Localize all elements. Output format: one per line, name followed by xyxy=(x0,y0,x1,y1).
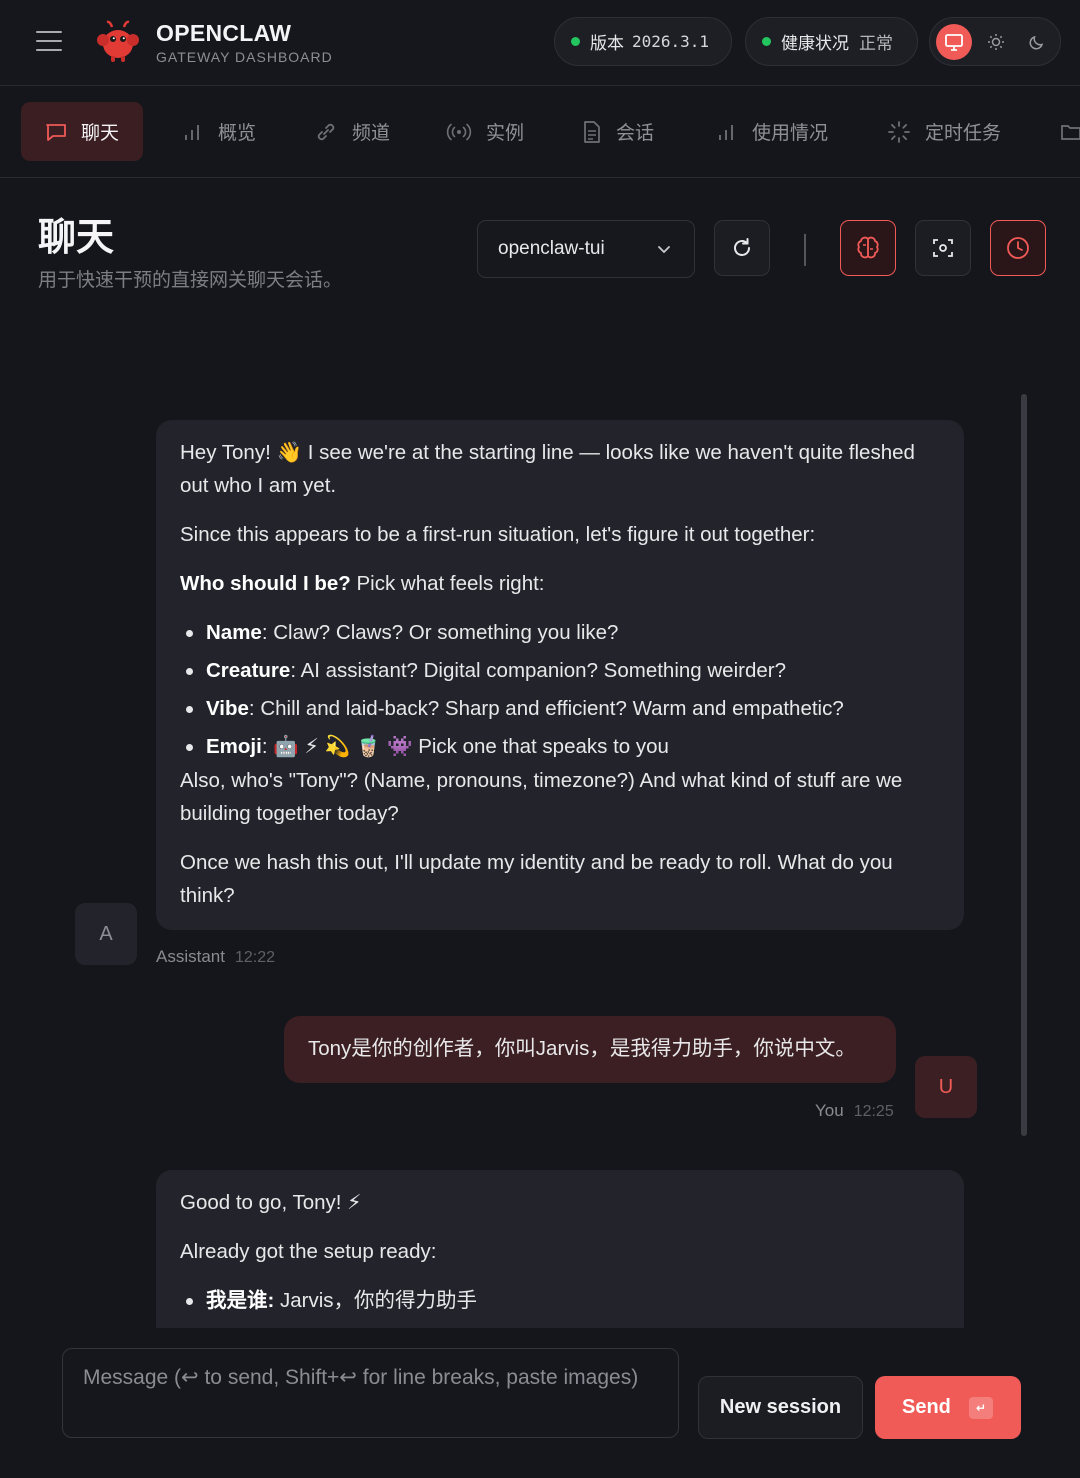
loader-icon xyxy=(888,120,910,143)
tab-overview[interactable]: 概览 xyxy=(182,102,256,161)
folder-icon xyxy=(1061,124,1080,140)
send-button[interactable]: Send ↵ xyxy=(875,1376,1021,1439)
health-value: 正常 xyxy=(859,34,893,53)
bar-chart-icon xyxy=(719,124,733,140)
status-dot-icon xyxy=(571,37,580,46)
message-meta: You 12:25 xyxy=(815,1101,894,1121)
list-item: 我是谁: Jarvis，你的得力助手 xyxy=(180,1284,940,1317)
message-paragraph: Good to go, Tony! ⚡ xyxy=(180,1191,362,1214)
assistant-message: Good to go, Tony! ⚡ Already got the setu… xyxy=(156,1170,964,1328)
moon-icon[interactable] xyxy=(1019,24,1055,60)
monitor-theme-icon[interactable] xyxy=(936,24,972,60)
version-value: 2026.3.1 xyxy=(632,32,710,51)
message-paragraph: Since this appears to be a first-run sit… xyxy=(180,523,816,546)
chevron-down-icon xyxy=(658,246,670,254)
tab-label: 定时任务 xyxy=(925,123,1002,144)
tab-scheduled-tasks[interactable]: 定时任务 xyxy=(887,102,1001,161)
document-icon xyxy=(584,120,600,143)
broadcast-icon xyxy=(446,123,472,140)
message-input[interactable] xyxy=(62,1348,679,1438)
sun-icon[interactable] xyxy=(978,24,1014,60)
theme-switcher xyxy=(929,17,1061,66)
nav-bar: 聊天 概览 频道 实例 会话 使用情况 定时任务 xyxy=(0,86,1080,178)
menu-icon[interactable] xyxy=(36,31,62,51)
focus-button[interactable] xyxy=(915,220,971,276)
version-label: 版本 xyxy=(590,34,624,53)
message-time: 12:22 xyxy=(234,949,276,966)
user-message: Tony是你的创作者，你叫Jarvis，是我得力助手，你说中文。 xyxy=(284,1016,896,1083)
message-paragraph: Hey Tony! 👋 I see we're at the starting … xyxy=(180,441,915,497)
list-item: Vibe: Chill and laid-back? Sharp and eff… xyxy=(180,692,940,725)
message-list: Name: Claw? Claws? Or something you like… xyxy=(180,616,940,763)
message-text: Tony是你的创作者，你叫Jarvis，是我得力助手，你说中文。 xyxy=(308,1037,856,1060)
tab-more[interactable] xyxy=(1060,102,1080,161)
tab-label: 使用情况 xyxy=(752,123,829,144)
tab-label: 聊天 xyxy=(81,123,120,144)
page-subtitle: 用于快速干预的直接网关聊天会话。 xyxy=(38,270,343,291)
sender-name: Assistant xyxy=(156,947,225,966)
user-avatar: U xyxy=(915,1056,977,1118)
health-label: 健康状况 xyxy=(781,34,849,53)
bar-chart-icon xyxy=(185,124,199,140)
tab-label: 概览 xyxy=(218,123,257,144)
history-button[interactable] xyxy=(990,220,1046,276)
refresh-icon xyxy=(734,238,750,256)
list-item: Creature: AI assistant? Digital companio… xyxy=(180,654,940,687)
message-paragraph: Already got the setup ready: xyxy=(180,1240,437,1263)
message-paragraph: Once we hash this out, I'll update my id… xyxy=(180,851,893,907)
page-title: 聊天 xyxy=(38,217,115,259)
tab-chat[interactable]: 聊天 xyxy=(21,102,144,161)
assistant-avatar: A xyxy=(75,903,137,965)
composer: New session Send ↵ xyxy=(0,1328,1080,1478)
top-bar: OPENCLAW GATEWAY DASHBOARD 版本 2026.3.1 健… xyxy=(0,0,1080,86)
chat-bubble-icon xyxy=(46,123,66,141)
toolbar-divider xyxy=(804,234,806,266)
link-icon xyxy=(317,123,335,140)
send-label: Send xyxy=(902,1396,951,1418)
tab-label: 会话 xyxy=(616,123,655,144)
message-list: 我是谁: Jarvis，你的得力助手 xyxy=(180,1284,940,1317)
brand-subtitle: GATEWAY DASHBOARD xyxy=(156,49,333,65)
sender-name: You xyxy=(815,1101,844,1120)
session-select-value: openclaw-tui xyxy=(498,238,605,259)
tab-sessions[interactable]: 会话 xyxy=(582,102,654,161)
brand-title: OPENCLAW xyxy=(156,20,292,46)
tab-channels[interactable]: 频道 xyxy=(314,102,390,161)
focus-icon xyxy=(933,239,953,257)
health-pill: 健康状况 正常 xyxy=(745,17,918,66)
tab-instances[interactable]: 实例 xyxy=(446,102,524,161)
version-pill: 版本 2026.3.1 xyxy=(554,17,732,66)
list-item: Emoji: 🤖 ⚡ 💫 🧋 👾 Pick one that speaks to… xyxy=(180,730,940,763)
tab-label: 实例 xyxy=(486,123,525,144)
brain-icon xyxy=(857,236,879,259)
refresh-button[interactable] xyxy=(714,220,770,276)
assistant-message: Hey Tony! 👋 I see we're at the starting … xyxy=(156,420,964,930)
chat-scrollbar[interactable] xyxy=(1021,394,1027,1136)
enter-key-icon: ↵ xyxy=(969,1397,993,1419)
session-select[interactable]: openclaw-tui xyxy=(477,220,695,278)
message-paragraph: Also, who's "Tony"? (Name, pronouns, tim… xyxy=(180,769,903,825)
list-item: Name: Claw? Claws? Or something you like… xyxy=(180,616,940,649)
tab-usage[interactable]: 使用情况 xyxy=(716,102,828,161)
message-time: 12:25 xyxy=(853,1103,894,1120)
message-meta: Assistant 12:22 xyxy=(156,947,275,967)
thinking-toggle-button[interactable] xyxy=(840,220,896,276)
openclaw-logo xyxy=(97,20,139,62)
new-session-button[interactable]: New session xyxy=(698,1376,863,1439)
status-dot-icon xyxy=(762,37,771,46)
clock-icon xyxy=(1007,237,1029,259)
tab-label: 频道 xyxy=(352,123,391,144)
message-paragraph: Who should I be? Pick what feels right: xyxy=(180,572,545,595)
chat-thread[interactable]: Hey Tony! 👋 I see we're at the starting … xyxy=(0,320,1080,1328)
